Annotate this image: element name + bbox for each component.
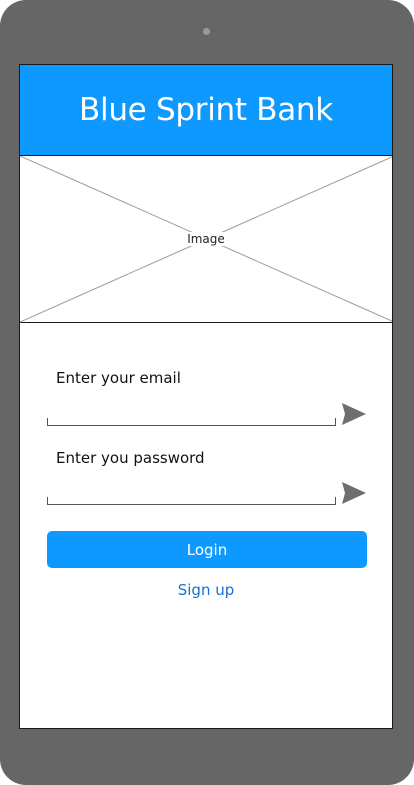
password-send-icon[interactable] [341, 481, 367, 505]
email-send-icon[interactable] [341, 402, 367, 426]
signup-link[interactable]: Sign up [20, 581, 392, 599]
camera-dot [203, 28, 210, 35]
image-placeholder-label: Image [184, 232, 228, 246]
tablet-device-frame: Blue Sprint Bank Image Enter your email … [0, 0, 414, 785]
password-label: Enter you password [56, 449, 205, 467]
image-placeholder: Image [20, 156, 392, 323]
login-button[interactable]: Login [47, 531, 367, 568]
password-field[interactable] [47, 497, 336, 505]
email-label: Enter your email [56, 369, 181, 387]
app-title: Blue Sprint Bank [79, 92, 333, 128]
app-header: Blue Sprint Bank [20, 65, 392, 156]
email-field[interactable] [47, 418, 336, 426]
app-screen: Blue Sprint Bank Image Enter your email … [19, 64, 393, 729]
